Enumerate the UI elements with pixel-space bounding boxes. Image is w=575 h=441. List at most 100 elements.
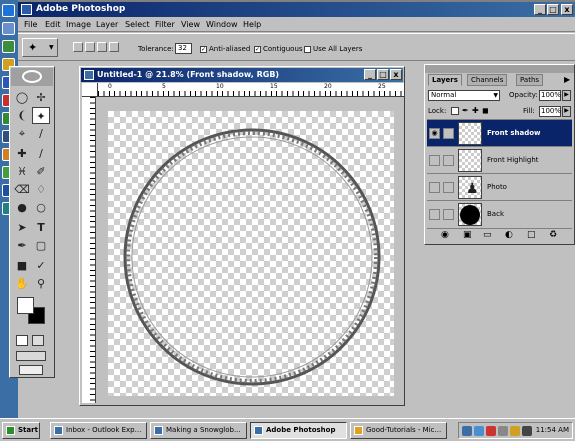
type-tool-icon[interactable]: T xyxy=(32,219,50,236)
menu-select[interactable]: Select xyxy=(125,20,150,29)
magic-wand-tool-icon[interactable]: ✦ xyxy=(32,107,50,124)
lasso-tool-icon[interactable]: ❨ xyxy=(13,107,31,124)
layer-row-front-highlight[interactable]: Front Highlight xyxy=(427,146,572,173)
lock-all-icon[interactable]: ◼ xyxy=(482,106,489,115)
selection-mode-subtract[interactable] xyxy=(97,42,107,52)
contiguous-checkbox[interactable]: ✓ xyxy=(254,45,261,53)
taskbar-button-good-tutorials[interactable]: Good-Tutorials - Mic... xyxy=(350,422,447,439)
blur-tool-icon[interactable]: ● xyxy=(13,199,31,216)
lock-paint-icon[interactable]: ✒ xyxy=(462,106,469,115)
anti-aliased-option[interactable]: ✓ Anti-aliased xyxy=(200,45,250,53)
title-bar[interactable]: Adobe Photoshop _ □ x xyxy=(18,2,575,17)
menu-edit[interactable]: Edit xyxy=(45,20,61,29)
eraser-tool-icon[interactable]: ⌫ xyxy=(13,181,31,198)
foreground-color-swatch[interactable] xyxy=(17,297,34,314)
layer-row-front-shadow[interactable]: ◉ Front shadow xyxy=(427,119,572,146)
taskbar-button-outlook[interactable]: Inbox - Outlook Exp... xyxy=(50,422,147,439)
menu-help[interactable]: Help xyxy=(243,20,261,29)
visibility-eye-icon[interactable] xyxy=(429,209,440,220)
tray-app-icon[interactable] xyxy=(462,426,472,436)
layer-style-icon[interactable]: ◉ xyxy=(441,230,449,240)
move-tool-icon[interactable]: ✢ xyxy=(32,89,50,106)
tolerance-input[interactable]: 32 xyxy=(175,43,192,54)
tray-app-icon[interactable] xyxy=(474,426,484,436)
clone-stamp-icon[interactable]: ♓ xyxy=(13,163,31,180)
selection-mode-intersect[interactable] xyxy=(109,42,119,52)
use-all-layers-option[interactable]: Use All Layers xyxy=(304,45,362,53)
anti-aliased-checkbox[interactable]: ✓ xyxy=(200,45,207,53)
restore-button[interactable]: □ xyxy=(547,4,559,15)
selection-mode-add[interactable] xyxy=(85,42,95,52)
palette-menu-icon[interactable]: ▶ xyxy=(564,75,570,84)
toolbox-header[interactable] xyxy=(11,68,53,86)
new-layer-icon[interactable]: □ xyxy=(527,230,536,240)
visibility-eye-icon[interactable] xyxy=(429,182,440,193)
crop-tool-icon[interactable]: ⌖ xyxy=(13,125,31,142)
menu-window[interactable]: Window xyxy=(206,20,238,29)
shape-tool-icon[interactable]: ▢ xyxy=(32,237,50,254)
fill-slider-button[interactable]: ▶ xyxy=(562,106,571,117)
notes-tool-icon[interactable]: ■ xyxy=(13,257,31,274)
selection-mode-new[interactable] xyxy=(73,42,83,52)
history-brush-icon[interactable]: ✐ xyxy=(32,163,50,180)
ie-icon[interactable] xyxy=(2,4,15,17)
close-button[interactable]: x xyxy=(561,4,573,15)
taskbar-button-snowglobe[interactable]: Making a Snowglob... xyxy=(150,422,247,439)
tab-paths[interactable]: Paths xyxy=(516,74,544,86)
screen-mode-buttons[interactable] xyxy=(16,351,46,361)
layer-mask-icon[interactable]: ▣ xyxy=(463,230,472,240)
app-icon[interactable] xyxy=(2,40,15,53)
eyedropper-icon[interactable]: ✓ xyxy=(32,257,50,274)
tray-app-icon[interactable] xyxy=(486,426,496,436)
paint-bucket-icon[interactable]: ♢ xyxy=(32,181,50,198)
brush-tool-icon[interactable]: ∕ xyxy=(32,145,50,162)
tray-volume-icon[interactable] xyxy=(522,426,532,436)
layer-row-back[interactable]: Back xyxy=(427,200,572,227)
doc-minimize-button[interactable]: _ xyxy=(364,69,376,80)
path-selection-icon[interactable]: ➤ xyxy=(13,219,31,236)
slice-tool-icon[interactable]: ∕ xyxy=(32,125,50,142)
canvas-area[interactable] xyxy=(96,97,404,404)
blend-mode-select[interactable]: Normal ▼ xyxy=(428,90,500,101)
document-title-bar[interactable]: Untitled-1 @ 21.8% (Front shadow, RGB) _… xyxy=(81,68,403,82)
pen-tool-icon[interactable]: ✒ xyxy=(13,237,31,254)
tool-preset-picker[interactable]: ✦ ▼ xyxy=(22,38,58,57)
menu-view[interactable]: View xyxy=(181,20,200,29)
standard-mode-button[interactable] xyxy=(16,335,28,346)
doc-close-button[interactable]: x xyxy=(390,69,402,80)
palette-header[interactable] xyxy=(425,65,574,73)
tab-channels[interactable]: Channels xyxy=(467,74,508,86)
use-all-layers-checkbox[interactable] xyxy=(304,45,311,53)
tab-layers[interactable]: Layers xyxy=(428,74,462,86)
menu-layer[interactable]: Layer xyxy=(96,20,118,29)
jump-to-imageready-button[interactable] xyxy=(19,365,43,375)
menu-image[interactable]: Image xyxy=(66,20,91,29)
opacity-input[interactable]: 100% xyxy=(539,90,561,101)
marquee-tool-icon[interactable]: ◯ xyxy=(13,89,31,106)
start-button[interactable]: Start xyxy=(2,422,40,439)
lock-move-icon[interactable]: ✚ xyxy=(472,106,479,115)
fill-input[interactable]: 100% xyxy=(539,106,561,117)
dodge-tool-icon[interactable]: ○ xyxy=(32,199,50,216)
quick-mask-button[interactable] xyxy=(32,335,44,346)
trash-icon[interactable]: ♻ xyxy=(549,230,557,240)
ruler-origin[interactable] xyxy=(82,83,98,97)
taskbar-button-photoshop[interactable]: Adobe Photoshop xyxy=(250,422,347,439)
menu-filter[interactable]: Filter xyxy=(155,20,175,29)
canvas[interactable] xyxy=(108,111,394,396)
new-set-icon[interactable]: ▭ xyxy=(483,230,492,240)
menu-file[interactable]: File xyxy=(24,20,37,29)
healing-brush-icon[interactable]: ✚ xyxy=(13,145,31,162)
contiguous-option[interactable]: ✓ Contiguous xyxy=(254,45,303,53)
tray-app-icon[interactable] xyxy=(498,426,508,436)
desktop-icon[interactable] xyxy=(2,22,15,35)
minimize-button[interactable]: _ xyxy=(534,4,546,15)
lock-transparency-icon[interactable] xyxy=(451,107,459,115)
zoom-tool-icon[interactable]: ⚲ xyxy=(32,275,50,292)
visibility-eye-icon[interactable]: ◉ xyxy=(429,128,440,139)
adjustment-layer-icon[interactable]: ◐ xyxy=(505,230,513,240)
opacity-slider-button[interactable]: ▶ xyxy=(562,90,571,101)
hand-tool-icon[interactable]: ✋ xyxy=(13,275,31,292)
tray-app-icon[interactable] xyxy=(510,426,520,436)
doc-maximize-button[interactable]: □ xyxy=(377,69,389,80)
